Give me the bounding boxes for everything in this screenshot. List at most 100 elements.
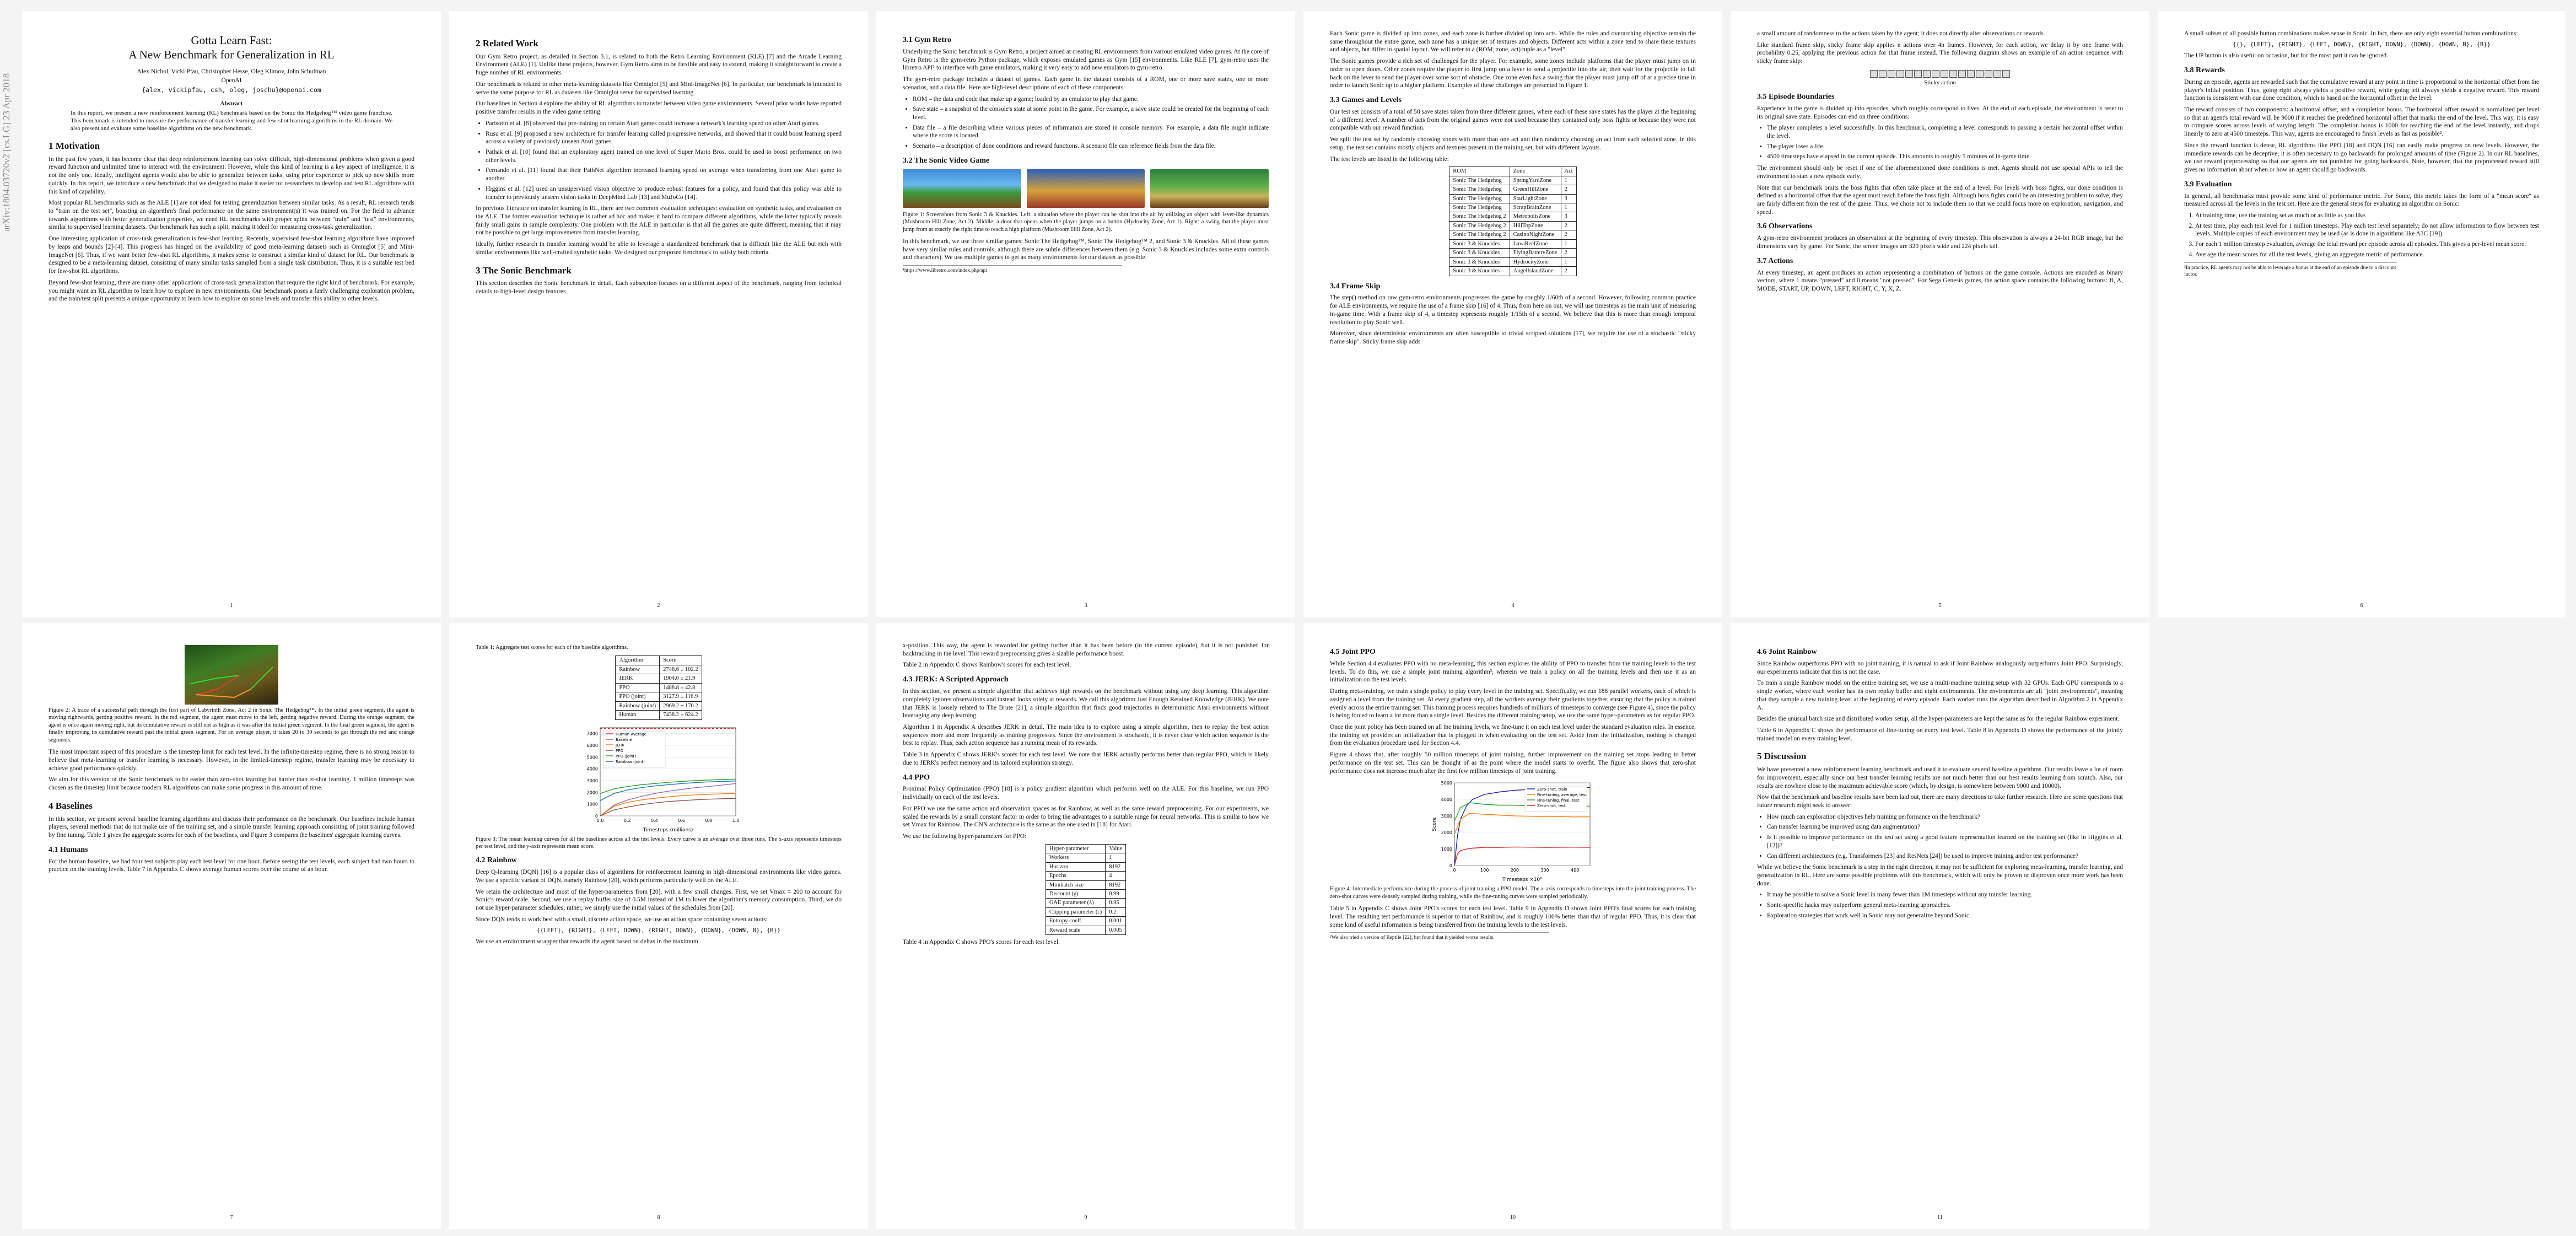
final-green-segment xyxy=(250,667,273,690)
paragraph: The test levels are listed in the follow… xyxy=(1330,155,1449,163)
paragraph: This section describes the Sonic benchma… xyxy=(476,280,842,295)
arxiv-identifier: arXiv:1804.03720v2 [cs.LG] 23 Apr 2018 xyxy=(1,73,12,232)
paragraph: The step() method on raw gym-retro envir… xyxy=(1330,294,1696,326)
table-cell: 0.95 xyxy=(1105,898,1127,908)
paragraph: During an episode, agents are rewarded s… xyxy=(2184,78,2539,102)
page-number: 4 xyxy=(1511,603,1515,609)
paragraph: We have presented a new reinforcement le… xyxy=(1757,766,2123,789)
table-cell: 1 xyxy=(1105,853,1127,863)
table-caption: Table 1: Aggregate test scores for each … xyxy=(476,644,628,651)
frame-box xyxy=(1976,69,1984,78)
list-item: For each 1 million timestep evaluation, … xyxy=(2195,240,2539,249)
y-tick-label: 4000 xyxy=(587,766,598,771)
test-levels-table: ROM Zone Act Sonic The Hedgehog SpringYar… xyxy=(1449,166,1577,276)
list-item: Exploration strategies that work well in… xyxy=(1767,912,2123,920)
table-cell: 2969.2 ± 170.2 xyxy=(659,701,702,711)
list-item: At test time, play each test level for 1… xyxy=(2195,222,2539,238)
table-header: Act xyxy=(1560,166,1577,176)
legend-label: Rainbow (joint) xyxy=(616,760,645,764)
x-tick-label: 1.0 xyxy=(732,818,740,823)
y-tick-label: 0 xyxy=(1449,863,1452,868)
table-row: Sonic 3 & Knuckles FlyingBatteryZone 2 xyxy=(1449,248,1577,258)
y-tick-label: 2000 xyxy=(1441,830,1452,835)
baseline-learning-curves-chart: 010002000300040005000600070000.0 0.2 0.4 0.… xyxy=(587,727,740,833)
table-row: Horizon 8192 xyxy=(1045,862,1127,872)
page-number: 5 xyxy=(1938,603,1942,609)
paragraph: In general, all benchmarks must provide … xyxy=(2184,192,2539,208)
table-cell: 2748.6 ± 102.2 xyxy=(659,664,702,675)
table-cell: 0.99 xyxy=(1105,889,1127,899)
table-cell: Epochs xyxy=(1045,871,1106,881)
frame-box xyxy=(1993,69,2001,78)
paragraph: To train a single Rainbow model on the e… xyxy=(1757,680,2123,711)
subsection-heading: 3.1 Gym Retro xyxy=(903,36,951,44)
table-cell: Sonic The Hedgehog xyxy=(1449,202,1510,213)
page-number: 2 xyxy=(657,603,660,609)
done-conditions-list: The player completes a level successfull… xyxy=(1767,124,2123,161)
table-cell: 0.001 xyxy=(1105,916,1127,926)
paragraph: A gym-retro environment produces an obse… xyxy=(1757,235,2123,250)
table-cell: Minibatch size xyxy=(1045,880,1106,890)
subsection-heading: 3.9 Evaluation xyxy=(2184,180,2232,189)
table-row: Reward scale 0.005 xyxy=(1045,925,1127,936)
table-cell: Sonic The Hedgehog 2 xyxy=(1449,221,1510,231)
table-cell: Reward scale xyxy=(1045,925,1106,936)
table-header: Score xyxy=(659,655,702,665)
table-cell: Sonic 3 & Knuckles xyxy=(1449,248,1510,258)
paragraph: Figure 4 shows that, after roughly 50 mi… xyxy=(1330,751,1696,775)
x-tick-label: 0.8 xyxy=(705,818,712,823)
list-item: Sonic-specific hacks may outperform gene… xyxy=(1767,901,2123,910)
page-number: 8 xyxy=(657,1214,660,1221)
table-cell: 3 xyxy=(1560,194,1577,204)
frame-box xyxy=(1949,69,1957,78)
table-cell: Sonic The Hedgehog xyxy=(1449,194,1510,204)
table-cell: 3 xyxy=(1560,212,1577,222)
paragraph: Moreover, since deterministic environmen… xyxy=(1330,330,1696,345)
table-cell: Sonic The Hedgehog 2 xyxy=(1449,230,1510,240)
list-item: Data file – a file describing where vari… xyxy=(913,124,1269,140)
legend-label: Human Average xyxy=(616,732,646,737)
table-cell: HydrocityZone xyxy=(1509,257,1561,267)
table-row: Sonic The Hedgehog ScrapBrainZone 1 xyxy=(1449,202,1577,213)
table-cell: 1 xyxy=(1560,175,1577,186)
page-3: 3.1 Gym Retro Underlying the Sonic bench… xyxy=(876,11,1295,617)
figure-caption: Figure 4: Intermediate performance durin… xyxy=(1330,886,1696,900)
table-cell: 1 xyxy=(1560,202,1577,213)
page-number: 3 xyxy=(1084,603,1087,609)
subsection-heading: 3.4 Frame Skip xyxy=(1330,282,1381,291)
page-number: 1 xyxy=(230,603,233,609)
table-cell: 1 xyxy=(1560,239,1577,249)
table-cell: 2 xyxy=(1560,221,1577,231)
list-item: At training time, use the training set a… xyxy=(2195,212,2539,220)
table-row: Discount (γ) 0.99 xyxy=(1045,889,1127,899)
figure-caption: Figure 2: A trace of a successful path t… xyxy=(48,707,414,743)
sonic-screenshot-right xyxy=(1150,169,1269,208)
legend-label: Zero-shot, train xyxy=(1537,787,1567,792)
table-row: PPO (joint) 3127.9 ± 116.9 xyxy=(615,692,702,702)
frame-box xyxy=(1914,69,1922,78)
section-heading: 5 Discussion xyxy=(1757,751,1807,762)
frame-box xyxy=(1958,69,1966,78)
list-item: ROM – the data and code that make up a g… xyxy=(913,95,1269,104)
table-row: Clipping parameter (ε) 0.2 xyxy=(1045,907,1127,917)
component-list: ROM – the data and code that make up a g… xyxy=(913,95,1269,151)
table-cell: 1488.8 ± 42.8 xyxy=(659,683,702,693)
table-cell: StarLightZone xyxy=(1509,194,1561,204)
frame-box xyxy=(2002,69,2010,78)
authors: Alex Nichol, Vicki Pfau, Christopher Hes… xyxy=(137,68,326,75)
paragraph: Now that the benchmark and baseline resu… xyxy=(1757,794,2123,809)
paragraph: Our test set consists of a total of 58 s… xyxy=(1330,108,1696,132)
subsection-heading: 4.2 Rainbow xyxy=(476,856,517,865)
table-cell: 1904.0 ± 21.9 xyxy=(659,674,702,684)
table-cell: Horizon xyxy=(1045,862,1106,872)
table-header: Hyper-parameter xyxy=(1045,843,1106,854)
page-number: 6 xyxy=(2360,603,2363,609)
frame-box xyxy=(1870,69,1878,78)
x-tick-label: 200 xyxy=(1511,868,1519,873)
subsection-heading: 4.6 Joint Rainbow xyxy=(1757,648,1817,656)
legend-label: Fine-tuning, final, test xyxy=(1537,798,1580,803)
x-tick-label: 100 xyxy=(1480,868,1489,873)
y-axis-label: Score xyxy=(1432,817,1437,831)
paragraph: Most popular RL benchmarks such as the A… xyxy=(48,200,414,231)
paragraph: The UP button is also useful on occasion… xyxy=(2184,52,2389,60)
